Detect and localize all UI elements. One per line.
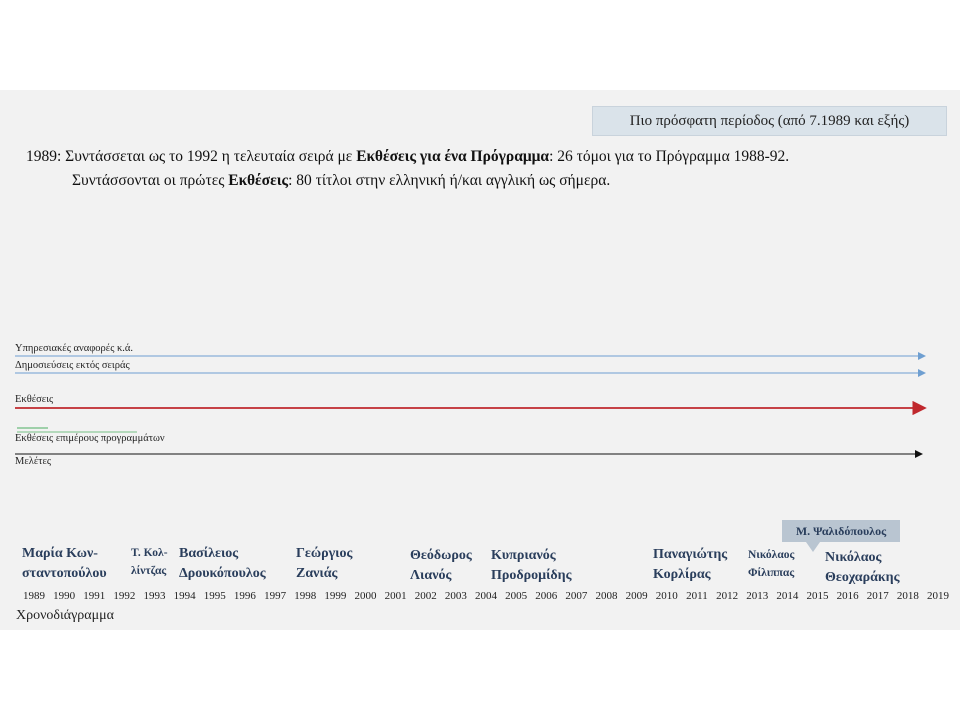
timeline-caption: Χρονοδιάγραμμα <box>16 608 114 623</box>
year-label: 2011 <box>686 590 708 602</box>
person-name-line1: Παναγιώτης <box>653 547 728 562</box>
person-name-line1: Τ. Κολ- <box>131 547 168 559</box>
year-label: 1990 <box>53 590 76 602</box>
track-label-studies: Μελέτες <box>15 456 52 467</box>
person-name-line1: Νικόλαος <box>825 550 882 565</box>
person-name-line1: Νικόλαος <box>748 549 795 561</box>
year-label: 1993 <box>143 590 166 602</box>
year-label: 2005 <box>505 590 528 602</box>
person-filippas: Νικόλαος Φίλιππας <box>748 546 794 582</box>
year-label: 2018 <box>896 590 919 602</box>
year-label: 1989 <box>23 590 45 602</box>
person-name-line1: Βασίλειος <box>179 546 239 561</box>
track-label-publications: Δημοσιεύσεις εκτός σειράς <box>15 360 130 371</box>
person-name-line2: Φίλιππας <box>748 567 795 579</box>
year-label: 2016 <box>836 590 859 602</box>
person-name-line2: Ζανιάς <box>296 566 338 581</box>
year-label: 2000 <box>354 590 377 602</box>
person-theocharakis: Νικόλαος Θεοχαράκης <box>825 548 900 588</box>
person-name-line2: Προδρομίδης <box>491 568 572 583</box>
year-label: 2017 <box>866 590 889 602</box>
year-label: 2006 <box>535 590 558 602</box>
person-name-line1: Γεώργιος <box>296 546 353 561</box>
year-label: 1998 <box>294 590 317 602</box>
person-name-line1: Κυπριανός <box>491 548 556 563</box>
track-label-services: Υπηρεσιακές αναφορές κ.ά. <box>15 343 134 354</box>
person-name-line2: Θεοχαράκης <box>825 570 900 585</box>
person-name-line2: Δρουκόπουλος <box>179 566 266 581</box>
track-label-program-reports: Εκθέσεις επιμέρους προγραμμάτων <box>15 433 165 444</box>
year-label: 1995 <box>203 590 226 602</box>
year-label: 2002 <box>414 590 437 602</box>
person-zanias: Γεώργιος Ζανιάς <box>296 544 352 584</box>
callout-psalidopoulos: Μ. Ψαλιδόπουλος <box>782 520 900 542</box>
year-label: 1994 <box>173 590 196 602</box>
year-label: 1997 <box>264 590 287 602</box>
callout-pointer <box>806 542 820 552</box>
person-lianos: Θεόδωρος Λιανός <box>410 546 472 586</box>
track-label-reports: Εκθέσεις <box>15 394 54 405</box>
person-name-line2: Λιανός <box>410 568 452 583</box>
year-label: 2015 <box>806 590 829 602</box>
person-kollintzas: Τ. Κολ- λίντζας <box>131 544 168 580</box>
year-label: 1999 <box>324 590 347 602</box>
year-label: 1991 <box>83 590 106 602</box>
year-label: 2010 <box>655 590 678 602</box>
slide: Πιο πρόσφατη περίοδος (από 7.1989 και εξ… <box>0 90 960 630</box>
person-name-line1: Θεόδωρος <box>410 548 472 563</box>
year-axis: 1989 1990 1991 1992 1993 1994 1995 1996 1997 1998… <box>0 590 960 606</box>
person-name-line2: σταντοπούλου <box>22 566 107 581</box>
person-name-line2: λίντζας <box>131 565 167 577</box>
year-label: 2004 <box>475 590 497 602</box>
person-korliras: Παναγιώτης Κορλίρας <box>653 545 727 585</box>
year-label: 1992 <box>113 590 136 602</box>
year-label: 2012 <box>716 590 739 602</box>
year-label: 2019 <box>927 590 949 602</box>
year-label: 2014 <box>776 590 799 602</box>
person-droukopoulos: Βασίλειος Δρουκόπουλος <box>179 544 266 584</box>
year-label: 2007 <box>565 590 588 602</box>
person-name-line2: Κορλίρας <box>653 567 711 582</box>
year-label: 2001 <box>384 590 407 602</box>
year-label: 2008 <box>595 590 618 602</box>
year-label: 2013 <box>746 590 769 602</box>
person-prodromidis: Κυπριανός Προδρομίδης <box>491 546 572 586</box>
year-label: 1996 <box>233 590 256 602</box>
year-label: 2003 <box>444 590 467 602</box>
year-label: 2009 <box>625 590 648 602</box>
person-konstantopoulou: Μαρία Κων- σταντοπούλου <box>22 544 107 584</box>
person-name-line1: Μαρία Κων- <box>22 546 98 561</box>
